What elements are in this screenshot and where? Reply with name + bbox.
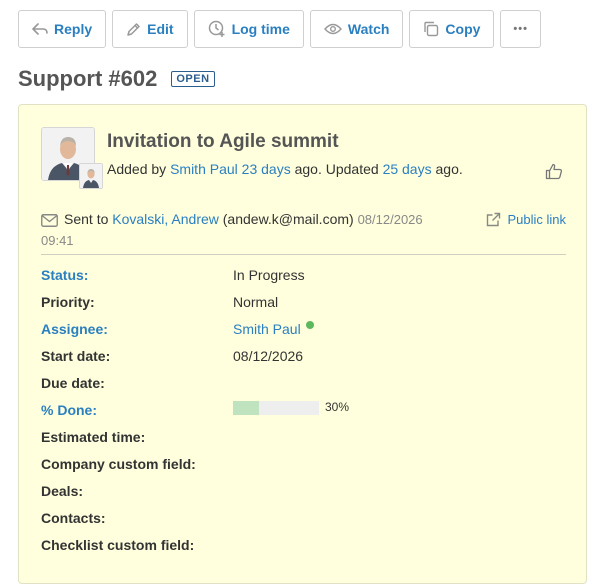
attr-priority: Priority: Normal [41,288,566,315]
contact-link[interactable]: Kovalski, Andrew [112,211,219,227]
more-actions-button[interactable]: ••• [500,10,541,48]
due-date-label: Due date: [41,374,105,391]
person-photo-small-icon [80,164,102,188]
company-custom-field-label: Company custom field: [41,455,196,472]
divider [41,254,566,255]
attr-status: Status: In Progress [41,261,566,288]
attr-due-date: Due date: [41,369,566,396]
attr-assignee: Assignee: Smith Paul [41,315,566,342]
updated-mid: ago. Updated [290,161,383,177]
attr-estimated-time: Estimated time: [41,423,566,450]
more-icon: ••• [513,23,528,35]
progress-text: 30% [325,399,350,414]
copy-label: Copy [445,21,481,37]
issue-subject: Invitation to Agile summit [107,131,339,152]
created-ago-link[interactable]: 23 days [242,161,291,177]
status-value: In Progress [233,266,305,283]
sent-prefix: Sent to [64,211,113,227]
watch-button[interactable]: Watch [309,10,404,48]
deals-label: Deals: [41,482,84,499]
start-date-value: 08/12/2026 [233,347,304,364]
issue-toolbar: Reply Edit Log time Watch Copy ••• [18,10,541,48]
issue-heading: Support #602 OPEN [18,66,215,92]
attr-done-ratio: % Done: 30% [41,396,566,423]
start-date-label: Start date: [41,347,111,364]
assignee-label[interactable]: Assignee: [41,321,233,337]
attr-company-custom-field: Company custom field: [41,450,566,477]
contacts-label: Contacts: [41,509,106,526]
contact-email: (andew.k@mail.com) [218,211,358,227]
status-badge: OPEN [171,71,215,87]
assignee-value: Smith Paul [233,320,314,337]
reply-icon [32,23,48,35]
progress-fill [233,400,259,415]
assignee-link[interactable]: Smith Paul [233,321,301,337]
attr-start-date: Start date: 08/12/2026 [41,342,566,369]
clock-plus-icon [208,20,225,37]
author-link[interactable]: Smith Paul [170,161,238,177]
edit-button[interactable]: Edit [112,10,188,48]
external-link-icon [487,212,501,227]
copy-icon [424,21,439,37]
watch-label: Watch [347,21,390,37]
assignee-mini-avatar [79,163,103,189]
online-status-dot [305,320,314,329]
page-title: Support #602 [18,66,158,91]
public-link[interactable]: Public link [486,209,566,230]
progress-bar [233,400,319,415]
reply-label: Reply [54,21,93,37]
issue-attributes: Status: In Progress Priority: Normal Ass… [41,261,566,558]
updated-suffix: ago. [431,161,463,177]
done-ratio-value: 30% [233,400,349,415]
log-time-label: Log time [231,21,290,37]
edit-label: Edit [147,21,174,37]
thumbs-up-icon [545,163,563,180]
status-label[interactable]: Status: [41,267,233,283]
done-ratio-label[interactable]: % Done: [41,402,233,418]
attr-contacts: Contacts: [41,504,566,531]
author-avatar [41,127,103,189]
checklist-custom-field-label: Checklist custom field: [41,536,195,553]
copy-button[interactable]: Copy [409,10,495,48]
like-button[interactable] [545,163,563,185]
updated-ago-link[interactable]: 25 days [383,161,432,177]
eye-icon [323,23,342,35]
priority-label: Priority: [41,293,95,310]
log-time-button[interactable]: Log time [193,10,304,48]
estimated-time-label: Estimated time: [41,428,146,445]
attr-checklist-custom-field: Checklist custom field: [41,531,566,558]
reply-button[interactable]: Reply [18,10,107,48]
envelope-icon [41,214,58,227]
pencil-icon [127,22,140,36]
priority-value: Normal [233,293,279,310]
public-link-label: Public link [507,212,566,227]
added-prefix: Added by [107,161,171,177]
sent-date: 08/12/2026 [357,212,423,227]
sent-time: 09:41 [41,233,74,248]
issue-card: Invitation to Agile summit Added by Smit… [18,104,587,584]
attr-deals: Deals: [41,477,566,504]
issue-meta: Added by Smith Paul 23 days ago. Updated… [107,161,463,177]
email-info: Sent to Kovalski, Andrew (andew.k@mail.c… [41,209,566,251]
